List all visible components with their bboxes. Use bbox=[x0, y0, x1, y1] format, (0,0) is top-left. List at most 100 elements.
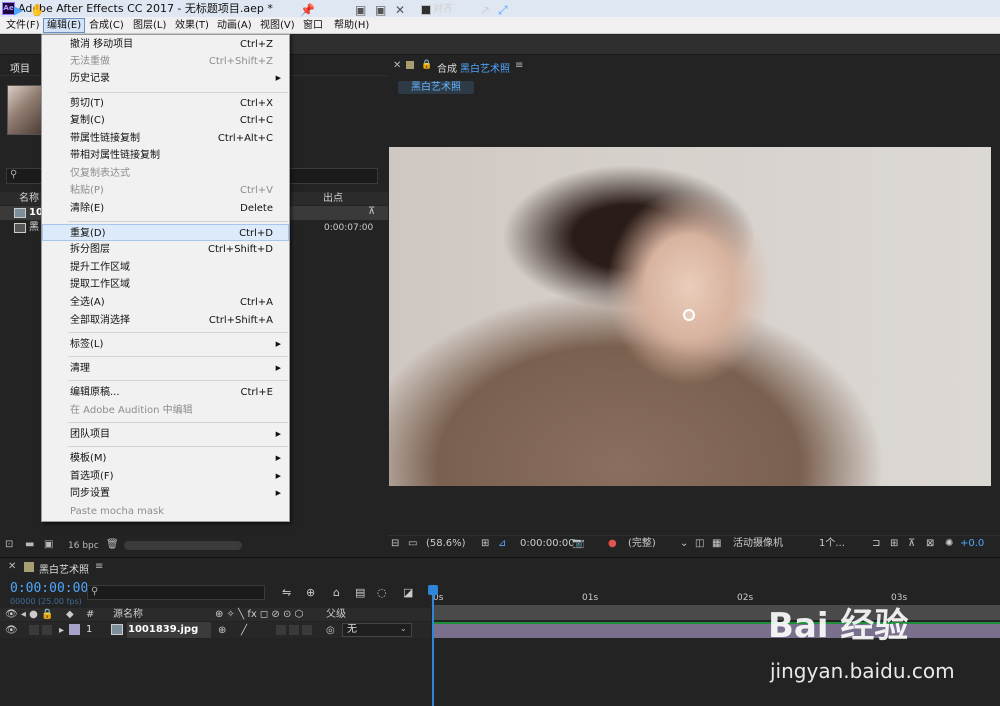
menu-item-extract-work-area[interactable]: 提取工作区域 bbox=[42, 276, 289, 293]
menu-effect[interactable]: 效果(T) bbox=[172, 18, 212, 33]
layer-label-color[interactable] bbox=[69, 624, 80, 635]
selection-tool-icon[interactable]: ▶ bbox=[14, 2, 23, 18]
exposure-value[interactable]: +0.0 bbox=[960, 538, 984, 550]
menu-item-copy-with-property-links[interactable]: 带属性链接复制 Ctrl+Alt+C bbox=[42, 130, 289, 147]
align-left-icon[interactable]: ▣ bbox=[355, 2, 366, 18]
layer-duration-bar[interactable] bbox=[434, 622, 1000, 638]
menu-item-sync-settings[interactable]: 同步设置 ▶ bbox=[42, 485, 289, 502]
playhead[interactable] bbox=[432, 585, 434, 706]
comp-mini-flowchart-icon[interactable]: ⇋ bbox=[282, 586, 291, 599]
close-icon[interactable]: ✕ bbox=[393, 60, 401, 71]
graph-editor-icon[interactable]: ◪ bbox=[403, 586, 413, 599]
region-of-interest-icon[interactable]: ◫ bbox=[695, 538, 704, 550]
snap-icon[interactable]: ↗ bbox=[480, 2, 490, 18]
menu-item-deselect-all[interactable]: 全部取消选择 Ctrl+Shift+A bbox=[42, 312, 289, 329]
frame-blending-icon[interactable]: ▤ bbox=[355, 586, 365, 599]
menu-item-paste-mocha-mask[interactable]: Paste mocha mask bbox=[42, 503, 289, 520]
menu-layer[interactable]: 图层(L) bbox=[130, 18, 169, 33]
menu-window[interactable]: 窗口 bbox=[300, 18, 326, 33]
menu-item-copy-expression-only[interactable]: 仅复制表达式 bbox=[42, 165, 289, 182]
trash-icon[interactable]: 🗑 bbox=[106, 539, 119, 550]
menu-item-undo[interactable]: 撤消 移动项目 Ctrl+Z bbox=[42, 36, 289, 53]
work-area-bar[interactable] bbox=[434, 605, 1000, 620]
column-out-point[interactable]: 出点 bbox=[323, 192, 343, 205]
menu-item-label[interactable]: 标签(L) ▶ bbox=[42, 336, 289, 353]
flowchart-icon[interactable]: ⊼ bbox=[908, 538, 915, 550]
interpret-footage-icon[interactable]: ⊡ bbox=[5, 539, 13, 550]
menu-item-team-project[interactable]: 团队项目 ▶ bbox=[42, 426, 289, 443]
flowchart-icon[interactable]: ⊼ bbox=[368, 206, 375, 217]
menu-help[interactable]: 帮助(H) bbox=[331, 18, 372, 33]
reset-exposure-icon[interactable]: ⊐ bbox=[872, 538, 880, 550]
menu-item-redo[interactable]: 无法重做 Ctrl+Shift+Z bbox=[42, 53, 289, 70]
composition-tab-name[interactable]: 黑白艺术照 bbox=[460, 60, 510, 75]
zoom-dropdown[interactable]: (58.6%) bbox=[426, 538, 466, 550]
color-channel-icon[interactable]: ● bbox=[608, 538, 617, 550]
quality-switch-icon[interactable]: ╱ bbox=[241, 624, 247, 637]
project-scrollbar[interactable] bbox=[124, 541, 242, 550]
frame-blend-switch[interactable] bbox=[289, 625, 299, 635]
menu-animation[interactable]: 动画(A) bbox=[214, 18, 255, 33]
pin-tool-icon[interactable]: 📌 bbox=[300, 2, 315, 18]
menu-file[interactable]: 文件(F) bbox=[3, 18, 43, 33]
bit-depth-label[interactable]: 16 bpc bbox=[68, 541, 99, 551]
layer-name[interactable]: 1001839.jpg bbox=[127, 622, 211, 638]
snapshot-camera-icon[interactable]: 📷 bbox=[572, 538, 584, 550]
camera-dropdown[interactable]: 活动摄像机 bbox=[733, 538, 783, 550]
snap-expand-icon[interactable]: ⤢ bbox=[498, 2, 508, 18]
motion-blur-switch[interactable] bbox=[302, 625, 312, 635]
menu-composition[interactable]: 合成(C) bbox=[86, 18, 127, 33]
snap-checkbox[interactable] bbox=[421, 5, 431, 15]
time-ruler[interactable] bbox=[431, 587, 1000, 606]
monitor-icon[interactable]: ▭ bbox=[408, 538, 417, 550]
resolution-dropdown[interactable]: (完整) bbox=[628, 538, 656, 550]
align-right-icon[interactable]: ✕ bbox=[395, 2, 405, 18]
column-source-name[interactable]: 源名称 bbox=[113, 608, 143, 621]
timeline-tab-name[interactable]: 黑白艺术照 bbox=[39, 561, 89, 576]
menu-view[interactable]: 视图(V) bbox=[257, 18, 298, 33]
expand-arrow-icon[interactable]: ▸ bbox=[59, 624, 64, 637]
new-composition-icon[interactable]: ▣ bbox=[44, 539, 53, 550]
menu-item-cut[interactable]: 剪切(T) Ctrl+X bbox=[42, 95, 289, 112]
menu-item-purge[interactable]: 清理 ▶ bbox=[42, 360, 289, 377]
menu-item-lift-work-area[interactable]: 提升工作区域 bbox=[42, 259, 289, 276]
project-tab[interactable]: 项目 bbox=[10, 60, 30, 75]
hand-tool-icon[interactable]: ✋ bbox=[30, 2, 45, 18]
menu-item-copy[interactable]: 复制(C) Ctrl+C bbox=[42, 112, 289, 129]
shy-layers-icon[interactable]: ⌂ bbox=[333, 586, 340, 599]
column-name[interactable]: 名称 bbox=[19, 192, 39, 205]
current-time-display[interactable]: 0:00:00:00 bbox=[520, 538, 575, 550]
always-preview-icon[interactable]: ⊟ bbox=[391, 538, 399, 550]
new-folder-icon[interactable]: ▬ bbox=[25, 539, 34, 550]
fast-preview-icon[interactable]: ⊠ bbox=[926, 538, 934, 550]
menu-edit[interactable]: 编辑(E) bbox=[43, 18, 86, 33]
panel-menu-icon[interactable]: ≡ bbox=[515, 60, 523, 71]
menu-item-history[interactable]: 历史记录 ▶ bbox=[42, 70, 289, 87]
menu-item-preferences[interactable]: 首选项(F) ▶ bbox=[42, 468, 289, 485]
visibility-eye-icon[interactable]: 👁 bbox=[5, 624, 18, 637]
mask-visibility-icon[interactable]: ⊿ bbox=[498, 538, 506, 550]
chevron-down-icon[interactable]: ⌄ bbox=[400, 624, 407, 633]
draft-3d-icon[interactable]: ⊕ bbox=[306, 586, 315, 599]
timeline-search-input[interactable] bbox=[87, 585, 265, 600]
chevron-down-icon[interactable]: ⌄ bbox=[680, 538, 688, 550]
solo-switch[interactable] bbox=[42, 625, 52, 635]
menu-item-duplicate[interactable]: 重复(D) Ctrl+D bbox=[42, 224, 289, 241]
menu-item-paste[interactable]: 粘贴(P) Ctrl+V bbox=[42, 182, 289, 199]
grid-icon[interactable]: ⊞ bbox=[481, 538, 489, 550]
menu-item-templates[interactable]: 模板(M) ▶ bbox=[42, 450, 289, 467]
pickwhip-icon[interactable]: ◎ bbox=[326, 624, 335, 637]
menu-item-select-all[interactable]: 全选(A) Ctrl+A bbox=[42, 294, 289, 311]
audio-switch[interactable] bbox=[29, 625, 39, 635]
transparency-grid-icon[interactable]: ▦ bbox=[712, 538, 721, 550]
playhead-handle[interactable] bbox=[428, 585, 438, 595]
lock-icon[interactable]: 🔒 bbox=[421, 60, 432, 70]
composition-sub-tab[interactable]: 黑白艺术照 bbox=[398, 81, 474, 94]
menu-item-clear[interactable]: 清除(E) Delete bbox=[42, 200, 289, 217]
close-icon[interactable]: ✕ bbox=[8, 561, 16, 572]
menu-item-copy-with-relative-links[interactable]: 带相对属性链接复制 bbox=[42, 147, 289, 164]
exposure-icon[interactable]: ✺ bbox=[945, 538, 953, 550]
menu-item-split-layer[interactable]: 拆分图层 Ctrl+Shift+D bbox=[42, 241, 289, 258]
menu-item-edit-in-audition[interactable]: 在 Adobe Audition 中编辑 bbox=[42, 402, 289, 419]
views-dropdown[interactable]: 1个... bbox=[819, 538, 845, 550]
